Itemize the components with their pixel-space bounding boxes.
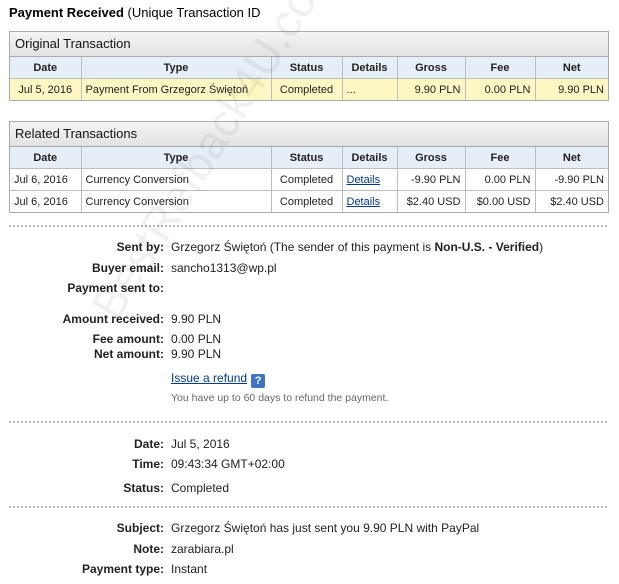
original-transaction-table: Date Type Status Details Gross Fee Net J… xyxy=(10,57,608,100)
subject-row: Subject: Grzegorz Świętoń has just sent … xyxy=(0,520,619,536)
date-value: Jul 5, 2016 xyxy=(171,437,230,451)
net-amount-value: 9.90 PLN xyxy=(171,347,222,361)
related-transactions-table: Date Type Status Details Gross Fee Net J… xyxy=(10,147,608,212)
section-divider xyxy=(9,506,607,508)
time-value: 09:43:34 GMT+02:00 xyxy=(171,457,285,471)
row-type: Currency Conversion xyxy=(80,168,272,191)
payment-sent-to-row: Payment sent to: xyxy=(0,280,619,296)
refund-row: Issue a refund? xyxy=(171,370,266,388)
col-type-header: Type xyxy=(80,147,272,169)
row-fee: 0.00 PLN xyxy=(464,78,536,100)
original-transaction-panel: Original Transaction Date Type Status De… xyxy=(9,31,609,101)
table-row: Jul 5, 2016 Payment From Grzegorz Święto… xyxy=(10,78,608,100)
net-amount-row: Net amount: 9.90 PLN xyxy=(0,346,619,362)
col-net-header: Net xyxy=(534,57,608,79)
note-value: zarabiara.pl xyxy=(171,542,234,556)
amount-received-label: Amount received: xyxy=(62,312,164,326)
col-type-header: Type xyxy=(80,57,272,79)
payment-type-label: Payment type: xyxy=(81,562,164,576)
buyer-email-value: sancho1313@wp.pl xyxy=(171,261,277,275)
row-net: 9.90 PLN xyxy=(534,78,608,100)
page-title: Payment Received (Unique Transaction ID xyxy=(9,5,261,20)
col-gross-header: Gross xyxy=(396,57,466,79)
amount-received-row: Amount received: 9.90 PLN xyxy=(0,311,619,327)
col-date-header: Date xyxy=(10,147,82,169)
row-status: Completed xyxy=(270,78,343,100)
issue-refund-link[interactable]: Issue a refund xyxy=(171,371,247,385)
section-divider xyxy=(9,421,607,423)
details-link[interactable]: Details xyxy=(347,196,381,208)
payment-type-value: Instant xyxy=(171,562,208,576)
row-net: $2.40 USD xyxy=(534,190,608,212)
note-row: Note: zarabiara.pl xyxy=(0,541,619,557)
verification-status: Non-U.S. - Verified xyxy=(434,240,540,254)
row-gross: $2.40 USD xyxy=(396,190,466,212)
time-label: Time: xyxy=(132,457,164,471)
sent-by-label: Sent by: xyxy=(116,240,164,254)
col-status-header: Status xyxy=(270,147,343,169)
row-date: Jul 6, 2016 xyxy=(10,168,82,191)
sent-by-row: Sent by: Grzegorz Świętoń (The sender of… xyxy=(0,239,619,255)
subject-label: Subject: xyxy=(116,521,164,535)
related-transactions-heading: Related Transactions xyxy=(10,122,608,147)
col-date-header: Date xyxy=(10,57,82,79)
fee-amount-label: Fee amount: xyxy=(92,332,164,346)
help-icon[interactable]: ? xyxy=(251,374,266,388)
original-transaction-heading: Original Transaction xyxy=(10,32,608,57)
buyer-email-row: Buyer email: sancho1313@wp.pl xyxy=(0,260,619,276)
col-fee-header: Fee xyxy=(464,147,536,169)
col-details-header: Details xyxy=(341,147,398,169)
fee-amount-value: 0.00 PLN xyxy=(171,332,222,346)
row-gross: 9.90 PLN xyxy=(396,78,466,100)
note-label: Note: xyxy=(133,542,164,556)
related-transactions-panel: Related Transactions Date Type Status De… xyxy=(9,121,609,213)
net-amount-label: Net amount: xyxy=(94,347,164,361)
col-status-header: Status xyxy=(270,57,343,79)
table-header-row: Date Type Status Details Gross Fee Net xyxy=(10,57,608,79)
col-details-header: Details xyxy=(341,57,398,79)
refund-note: You have up to 60 days to refund the pay… xyxy=(171,392,389,404)
table-row: Jul 6, 2016 Currency Conversion Complete… xyxy=(10,168,608,191)
buyer-email-label: Buyer email: xyxy=(91,261,164,275)
row-gross: -9.90 PLN xyxy=(396,168,466,191)
row-status: Completed xyxy=(270,168,343,191)
subject-value: Grzegorz Świętoń has just sent you 9.90 … xyxy=(171,521,480,535)
status-label: Status: xyxy=(123,481,164,495)
row-fee: $0.00 USD xyxy=(464,190,536,212)
row-details: ... xyxy=(341,78,398,100)
row-type: Payment From Grzegorz Świętoń xyxy=(80,78,272,100)
payment-type-row: Payment type: Instant xyxy=(0,561,619,577)
col-net-header: Net xyxy=(534,147,608,169)
status-value: Completed xyxy=(171,481,230,495)
payment-sent-to-label: Payment sent to: xyxy=(67,281,164,295)
row-status: Completed xyxy=(270,190,343,212)
row-net: -9.90 PLN xyxy=(534,168,608,191)
table-header-row: Date Type Status Details Gross Fee Net xyxy=(10,147,608,169)
table-row: Jul 6, 2016 Currency Conversion Complete… xyxy=(10,190,608,212)
fee-amount-row: Fee amount: 0.00 PLN xyxy=(0,331,619,347)
details-link[interactable]: Details xyxy=(347,174,381,186)
section-divider xyxy=(9,225,607,227)
col-fee-header: Fee xyxy=(464,57,536,79)
amount-received-value: 9.90 PLN xyxy=(171,312,222,326)
row-type: Currency Conversion xyxy=(80,190,272,212)
date-label: Date: xyxy=(133,437,164,451)
time-row: Time: 09:43:34 GMT+02:00 xyxy=(0,456,619,472)
sent-by-value: Grzegorz Świętoń (The sender of this pay… xyxy=(171,240,544,254)
status-row: Status: Completed xyxy=(0,480,619,496)
row-date: Jul 5, 2016 xyxy=(10,78,82,100)
row-fee: 0.00 PLN xyxy=(464,168,536,191)
col-gross-header: Gross xyxy=(396,147,466,169)
date-row: Date: Jul 5, 2016 xyxy=(0,436,619,452)
row-date: Jul 6, 2016 xyxy=(10,190,82,212)
